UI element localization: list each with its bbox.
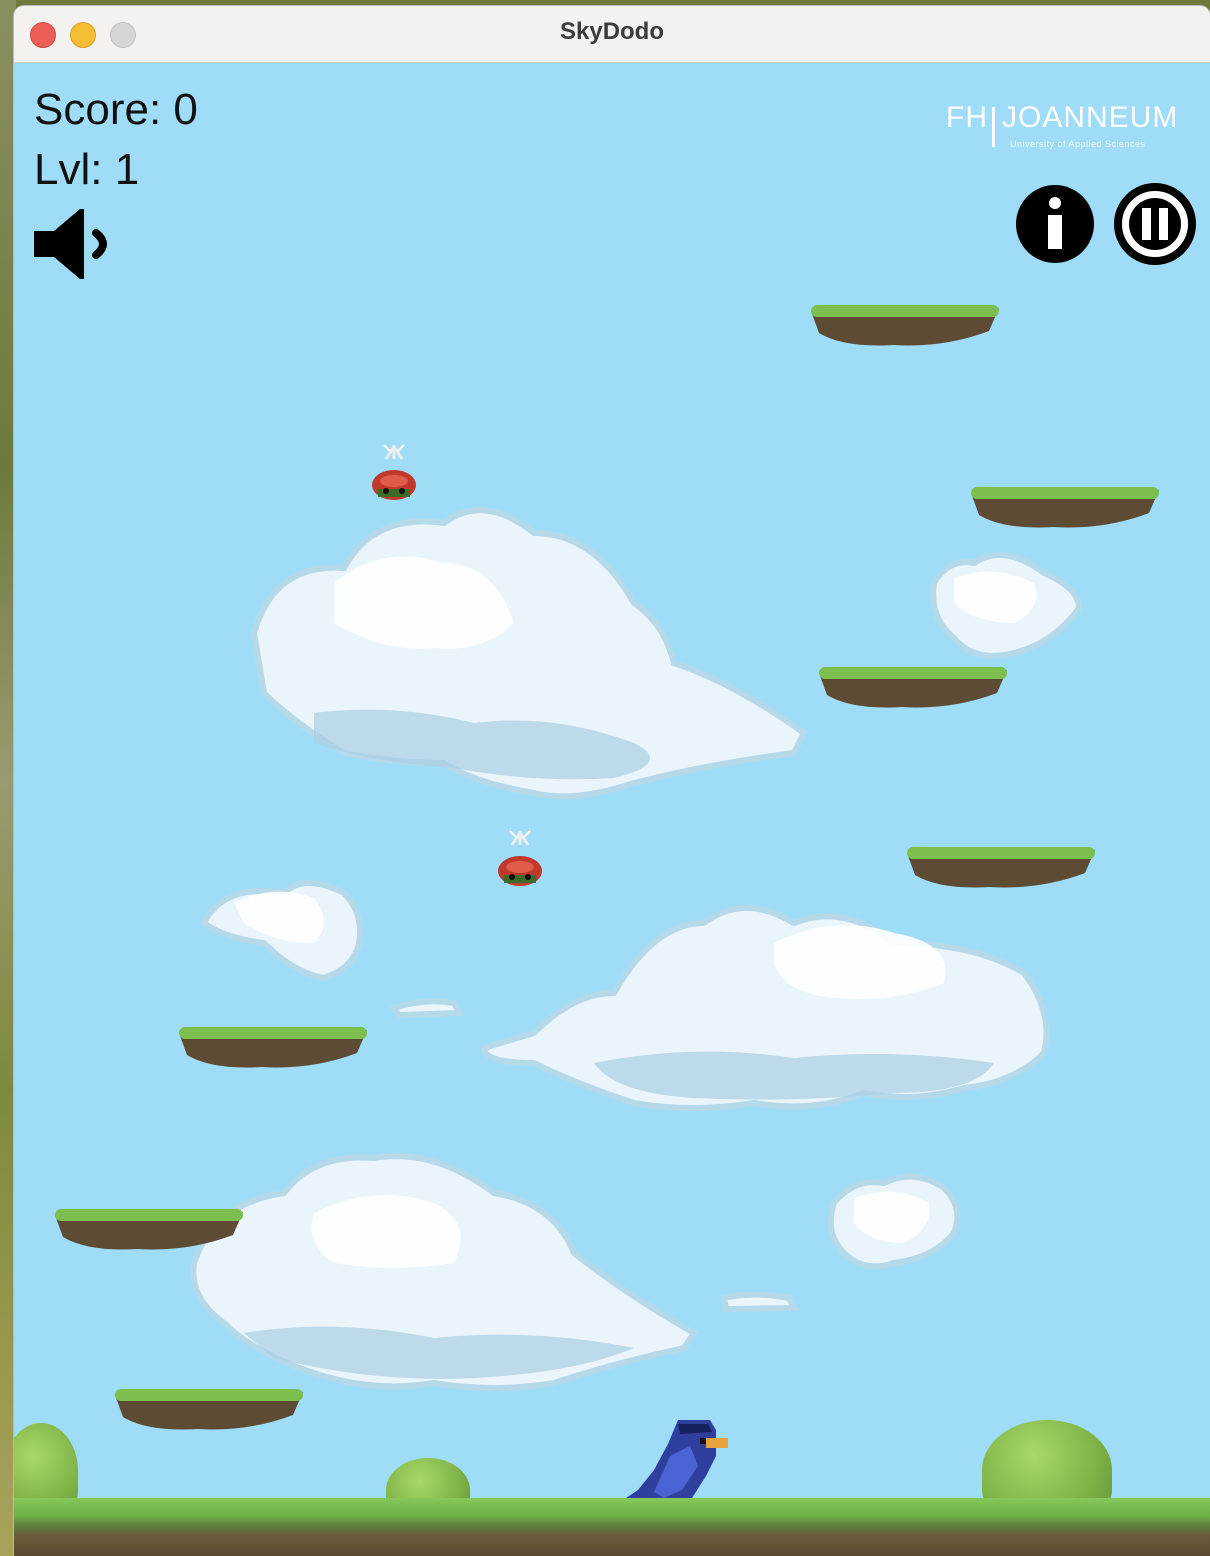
logo-name: JOANNEUM	[1002, 101, 1179, 134]
score-label: Score: 0	[34, 85, 198, 134]
speaker-icon[interactable]	[32, 207, 116, 281]
floating-platform	[811, 305, 999, 346]
window-title: SkyDodo	[559, 18, 664, 45]
floating-platform	[971, 487, 1159, 528]
floating-platform	[819, 667, 1007, 708]
title-bar: SkyDodo	[14, 6, 1210, 63]
info-icon[interactable]	[1014, 183, 1096, 265]
level-label: Lvl: 1	[34, 145, 140, 194]
logo-brand: FH	[946, 101, 988, 134]
floating-platform	[179, 1027, 367, 1068]
game-scene	[55, 305, 1159, 1516]
game-canvas[interactable]: Score: 0 Lvl: 1 FH JOANNEUM University o…	[14, 63, 1210, 1556]
beetle-enemy	[498, 830, 542, 886]
logo-divider	[992, 107, 995, 147]
ground	[14, 1498, 1210, 1556]
fh-joanneum-logo: FH JOANNEUM University of Applied Scienc…	[946, 101, 1179, 155]
app-window: SkyDodo Score: 0 Lvl: 1 FH JOANNEUM Univ…	[14, 6, 1210, 1556]
floating-platform	[907, 847, 1095, 888]
logo-tagline: University of Applied Sciences	[1010, 139, 1146, 149]
floating-platform	[115, 1389, 303, 1430]
beetle-enemy	[372, 444, 416, 500]
pause-icon[interactable]	[1114, 183, 1196, 265]
